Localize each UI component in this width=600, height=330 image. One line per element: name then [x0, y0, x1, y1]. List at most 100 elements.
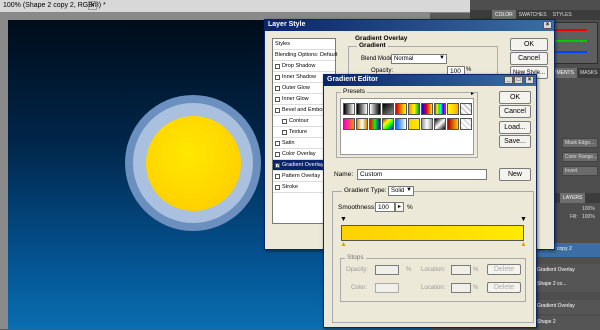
save-button[interactable]: Save... — [499, 135, 531, 148]
style-checkbox[interactable] — [275, 184, 280, 190]
gradient-preset-swatch[interactable] — [369, 118, 381, 130]
name-label: Name: — [334, 171, 354, 178]
color-stop-right-icon[interactable]: ▲ — [520, 241, 527, 248]
ok-button[interactable]: OK — [510, 38, 548, 51]
load-button[interactable]: Load... — [499, 121, 531, 134]
style-item-label: Blending Options: Default — [275, 52, 338, 58]
document-close-icon[interactable]: × — [88, 1, 97, 10]
gradient-group-title: Gradient — [357, 42, 388, 49]
style-item-label: Inner Glow — [282, 96, 309, 102]
stop-color-location-unit: % — [473, 285, 479, 291]
stop-color-location-input[interactable] — [451, 283, 471, 293]
gradient-bar[interactable] — [341, 225, 524, 241]
presets-label: Presets — [341, 88, 368, 95]
style-checkbox[interactable] — [275, 173, 280, 179]
blend-mode-select[interactable]: Normal ▼ — [391, 54, 447, 64]
style-item-label: Inner Shadow — [282, 74, 316, 80]
gradient-preset-swatch[interactable] — [408, 103, 420, 115]
gradient-preset-swatch[interactable] — [382, 118, 394, 130]
smoothness-input[interactable] — [375, 202, 395, 212]
style-checkbox[interactable] — [282, 118, 287, 124]
gradient-type-value: Solid — [391, 188, 405, 194]
layers-fill-value[interactable]: 100% — [582, 214, 595, 220]
gradient-preset-swatch[interactable] — [421, 118, 433, 130]
layer-row[interactable]: Gradient Overlay — [535, 300, 600, 314]
layer-row[interactable]: Gradient Overlay — [535, 264, 600, 278]
gradient-preset-swatch[interactable] — [356, 118, 368, 130]
delete-color-stop-button[interactable]: Delete — [487, 282, 521, 293]
style-checkbox[interactable] — [275, 96, 280, 102]
gradient-preset-swatch[interactable] — [395, 118, 407, 130]
gradient-preset-swatch[interactable] — [434, 103, 446, 115]
opacity-unit: % — [466, 67, 472, 73]
mask-edge-button[interactable]: Mask Edge... — [562, 138, 598, 148]
new-button[interactable]: New — [499, 168, 531, 181]
style-checkbox[interactable] — [275, 63, 280, 69]
gradient-type-select[interactable]: Solid ▼ — [388, 186, 414, 196]
layers-fill-label: Fill: — [570, 214, 578, 220]
cancel-button[interactable]: Cancel — [499, 105, 531, 118]
gradient-preset-swatch[interactable] — [395, 103, 407, 115]
gradient-preset-swatch[interactable] — [460, 118, 472, 130]
stop-color-location-label: Location: — [421, 285, 446, 291]
name-input[interactable] — [357, 169, 487, 180]
stop-color-swatch[interactable] — [375, 283, 399, 293]
tab-masks[interactable]: MASKS — [577, 68, 600, 78]
style-item[interactable]: Drop Shadow — [273, 61, 335, 72]
color-stop-left-icon[interactable]: ▲ — [340, 241, 347, 248]
style-checkbox[interactable] — [275, 140, 280, 146]
presets-menu-icon[interactable]: ▸ — [471, 90, 474, 97]
style-checkbox[interactable] — [275, 85, 280, 91]
gradient-preset-swatch[interactable] — [356, 103, 368, 115]
smoothness-arrow-icon[interactable]: ▸ — [395, 202, 404, 212]
style-item-label: Color Overlay — [282, 151, 316, 157]
stops-label: Stops — [345, 254, 366, 261]
gradient-preset-swatch[interactable] — [382, 103, 394, 115]
gradient-preset-swatch[interactable] — [408, 118, 420, 130]
style-checkbox[interactable] — [275, 74, 280, 80]
delete-opacity-stop-button[interactable]: Delete — [487, 264, 521, 275]
gradient-preset-swatch[interactable] — [369, 103, 381, 115]
style-item-label: Contour — [289, 118, 309, 124]
gradient-preset-swatch[interactable] — [421, 103, 433, 115]
layer-row[interactable]: Shape 2 co... — [535, 278, 600, 292]
style-item-label: Satin — [282, 140, 295, 146]
opacity-stop-right-icon[interactable]: ▼ — [520, 216, 527, 223]
presets-grid — [340, 98, 474, 155]
close-icon[interactable]: × — [525, 76, 534, 84]
stop-location-input[interactable] — [451, 265, 471, 275]
gradient-preset-swatch[interactable] — [434, 118, 446, 130]
style-item-label: Outer Glow — [282, 85, 310, 91]
style-item[interactable]: Blending Options: Default — [273, 50, 338, 61]
tab-layers[interactable]: LAYERS — [560, 193, 586, 203]
style-item-label: Styles — [275, 41, 290, 47]
ok-button[interactable]: OK — [499, 91, 531, 104]
stop-opacity-input[interactable] — [375, 265, 399, 275]
gradient-preset-swatch[interactable] — [343, 118, 355, 130]
style-checkbox[interactable] — [282, 129, 287, 135]
gradient-preset-swatch[interactable] — [343, 103, 355, 115]
opacity-stop-left-icon[interactable]: ▼ — [340, 216, 347, 223]
style-checkbox[interactable] — [275, 151, 280, 157]
gradient-preset-swatch[interactable] — [447, 118, 459, 130]
style-checkbox[interactable] — [275, 107, 280, 113]
cancel-button[interactable]: Cancel — [510, 52, 548, 65]
layer-style-title: Layer Style — [268, 21, 306, 28]
layers-opacity-value[interactable]: 100% — [582, 206, 595, 212]
layer-style-titlebar[interactable]: Layer Style × — [265, 20, 554, 31]
gradient-editor-title: Gradient Editor — [327, 76, 378, 83]
style-item[interactable]: Styles — [273, 39, 335, 50]
minimize-icon[interactable]: _ — [504, 76, 513, 84]
style-item-label: Stroke — [282, 184, 298, 190]
style-item-label: Drop Shadow — [282, 63, 316, 69]
maximize-icon[interactable]: □ — [514, 76, 523, 84]
close-icon[interactable]: × — [543, 21, 552, 29]
style-item-label: Texture — [289, 129, 308, 135]
gradient-editor-titlebar[interactable]: Gradient Editor _ □ × — [324, 75, 536, 86]
invert-button[interactable]: Invert — [562, 166, 598, 176]
style-checkbox[interactable]: ✓ — [275, 162, 280, 168]
color-range-button[interactable]: Color Range... — [562, 152, 598, 162]
layer-row[interactable]: Shape 2 — [535, 316, 600, 330]
gradient-preset-swatch[interactable] — [460, 103, 472, 115]
gradient-preset-swatch[interactable] — [447, 103, 459, 115]
